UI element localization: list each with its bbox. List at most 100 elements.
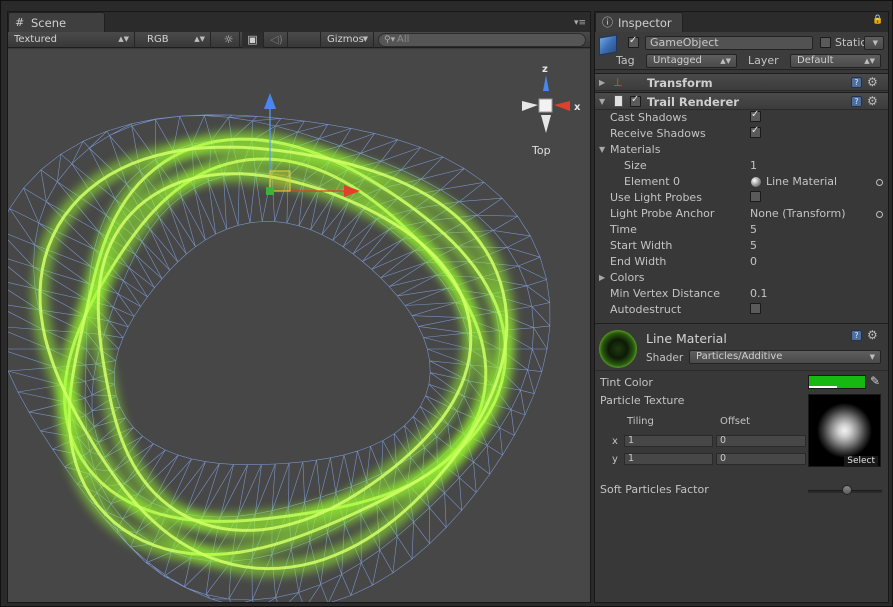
tiling-x-axis-label: x <box>612 436 618 447</box>
trail-renderer-header[interactable]: ▼ Trail Renderer ? ⚙ <box>595 92 888 110</box>
z-axis-label: z <box>542 64 548 75</box>
tag-dropdown[interactable]: Untagged ▲▼ <box>646 54 737 68</box>
chevron-down-icon: ▼ <box>872 39 878 47</box>
tint-color-swatch[interactable] <box>808 375 866 389</box>
colors-label[interactable]: Colors <box>610 271 644 284</box>
light-probe-anchor-label: Light Probe Anchor <box>610 207 715 220</box>
shader-dropdown[interactable]: Particles/Additive ▼ <box>689 350 881 364</box>
light-probe-anchor-value[interactable]: None (Transform) <box>750 207 846 220</box>
active-checkbox[interactable] <box>628 35 639 48</box>
document-icon <box>614 95 623 107</box>
scene-viewport[interactable]: z x Top <box>8 49 590 602</box>
use-light-probes-checkbox[interactable] <box>750 191 761 202</box>
material-name: Line Material <box>646 331 727 346</box>
foldout-right-icon[interactable]: ▶ <box>599 78 605 87</box>
scene-fx-toggle[interactable]: ▣ <box>242 32 264 48</box>
material-preview-icon <box>599 330 637 368</box>
end-width-label: End Width <box>610 255 667 268</box>
gizmos-label: Gizmos <box>327 34 364 45</box>
scene-tabbar: # Scene ▾≡ <box>8 12 590 32</box>
lighting-toggle[interactable]: ☼ <box>218 32 240 48</box>
neg-z-cone[interactable] <box>541 115 551 133</box>
speaker-icon: ◁) <box>270 33 283 46</box>
eyedropper-icon[interactable]: ✎ <box>870 374 880 388</box>
orientation-gizmo[interactable]: z x <box>522 64 581 133</box>
center-cube[interactable] <box>538 98 553 113</box>
time-label: Time <box>610 223 637 236</box>
neg-x-cone[interactable] <box>522 101 538 111</box>
material-sphere-icon <box>751 177 761 187</box>
info-icon: ⓘ <box>602 16 613 29</box>
inspector-panel: ⓘ Inspector 🔒 GameObject Static ▼ Tag Un… <box>594 11 889 603</box>
shading-mode-value: Textured <box>14 34 57 45</box>
shader-label: Shader <box>646 352 684 364</box>
start-width-value[interactable]: 5 <box>750 239 757 252</box>
help-icon[interactable]: ? <box>851 77 862 88</box>
help-icon[interactable]: ? <box>851 96 862 107</box>
tiling-x-field[interactable]: 1 <box>624 435 713 447</box>
chevron-down-icon: ▼ <box>869 353 875 361</box>
soft-particles-slider-thumb[interactable] <box>842 485 852 495</box>
cast-shadows-label: Cast Shadows <box>610 111 688 124</box>
lock-icon[interactable]: 🔒 <box>872 15 884 25</box>
foldout-down-icon[interactable]: ▼ <box>599 97 605 106</box>
static-label: Static <box>835 36 867 49</box>
transform-axes-icon: ⊥ <box>613 76 623 89</box>
inspector-tabbar: ⓘ Inspector 🔒 <box>595 12 888 32</box>
trail-renderer-enabled-checkbox[interactable] <box>630 94 641 107</box>
shading-mode-dropdown[interactable]: Textured ▲▼ <box>8 32 135 48</box>
static-dropdown[interactable]: ▼ <box>864 36 884 50</box>
z-cone[interactable] <box>543 75 549 91</box>
gear-icon[interactable]: ⚙ <box>867 76 878 88</box>
center-handle[interactable] <box>266 187 274 195</box>
materials-label: Materials <box>610 143 661 156</box>
texture-select-button[interactable]: Select <box>844 456 878 466</box>
scene-toolbar: Textured ▲▼ RGB ▲▼ ☼ ▣ ◁) Gizmos ▼ ⚲▾ Al… <box>8 32 590 48</box>
scene-render: z x <box>8 64 581 602</box>
chevron-down-icon: ▼ <box>362 35 368 43</box>
object-picker-icon[interactable] <box>876 211 883 218</box>
gizmos-dropdown[interactable]: Gizmos ▼ <box>320 32 374 48</box>
y-axis-handle[interactable] <box>264 93 276 109</box>
particle-texture-slot[interactable]: Select <box>808 394 881 467</box>
element0-value[interactable]: Line Material <box>766 175 837 188</box>
end-width-value[interactable]: 0 <box>750 255 757 268</box>
updown-arrows-icon: ▲▼ <box>118 35 129 43</box>
size-value[interactable]: 1 <box>750 159 757 172</box>
offset-y-field[interactable]: 0 <box>716 453 806 465</box>
updown-arrows-icon: ▲▼ <box>720 57 731 65</box>
gear-icon[interactable]: ⚙ <box>867 329 878 341</box>
time-value[interactable]: 5 <box>750 223 757 236</box>
help-icon[interactable]: ? <box>851 330 862 341</box>
foldout-down-icon[interactable]: ▼ <box>599 145 605 154</box>
object-picker-icon[interactable] <box>876 179 883 186</box>
tint-color-label: Tint Color <box>600 376 653 389</box>
size-label: Size <box>624 159 647 172</box>
foldout-right-icon[interactable]: ▶ <box>599 273 605 282</box>
cast-shadows-checkbox[interactable] <box>750 109 761 122</box>
autodestruct-checkbox[interactable] <box>750 303 761 314</box>
tab-scene[interactable]: # Scene <box>8 12 105 32</box>
scene-search-input[interactable]: ⚲▾ All <box>378 33 586 47</box>
tag-value: Untagged <box>653 55 702 66</box>
receive-shadows-checkbox[interactable] <box>750 125 761 138</box>
tiling-label: Tiling <box>627 416 654 427</box>
tiling-y-field[interactable]: 1 <box>624 453 713 465</box>
use-light-probes-label: Use Light Probes <box>610 191 702 204</box>
editor-window: # Scene ▾≡ Textured ▲▼ RGB ▲▼ ☼ ▣ ◁) Giz… <box>0 0 893 607</box>
render-mode-dropdown[interactable]: RGB ▲▼ <box>141 32 211 48</box>
object-name-field[interactable]: GameObject <box>645 36 813 50</box>
offset-x-field[interactable]: 0 <box>716 435 806 447</box>
tab-inspector[interactable]: ⓘ Inspector <box>595 12 683 32</box>
min-vertex-distance-label: Min Vertex Distance <box>610 287 720 300</box>
static-checkbox[interactable] <box>820 37 831 48</box>
layer-dropdown[interactable]: Default ▲▼ <box>790 54 881 68</box>
material-props-bg <box>595 370 888 371</box>
gear-icon[interactable]: ⚙ <box>867 95 878 107</box>
layer-label: Layer <box>748 54 779 67</box>
min-vertex-distance-value[interactable]: 0.1 <box>750 287 768 300</box>
panel-menu-icon[interactable]: ▾≡ <box>574 18 586 28</box>
x-cone[interactable] <box>554 101 570 111</box>
transform-header[interactable]: ▶ ⊥ Transform ? ⚙ <box>595 73 888 91</box>
audio-toggle[interactable]: ◁) <box>266 32 288 48</box>
